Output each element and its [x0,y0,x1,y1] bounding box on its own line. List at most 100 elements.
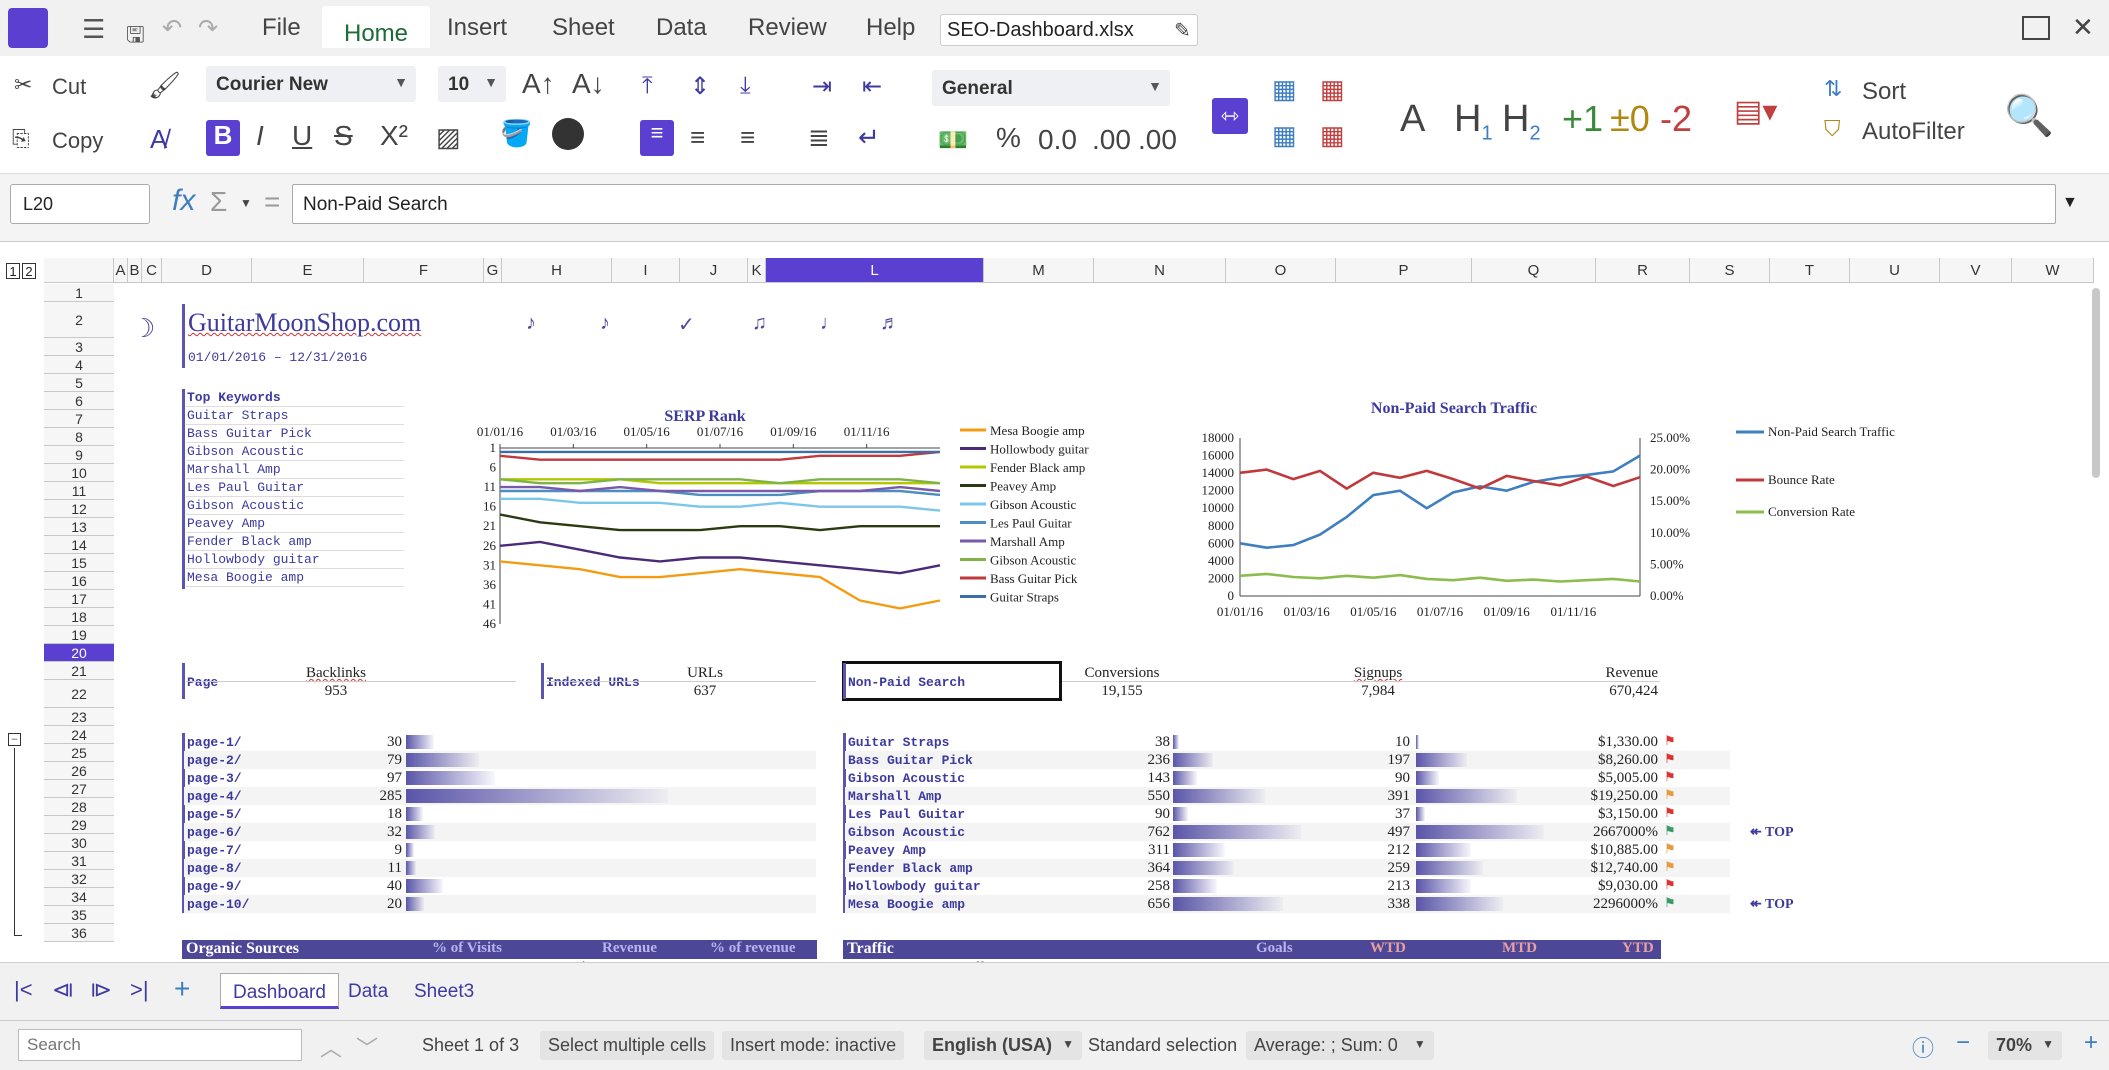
page-name[interactable]: page-9/ [187,879,242,894]
row-header-13[interactable]: 13 [44,518,114,536]
page-name[interactable]: page-4/ [187,789,242,804]
column-header-t[interactable]: T [1770,258,1850,283]
row-header-29[interactable]: 29 [44,816,114,834]
style-default-button[interactable]: A [1400,98,1425,141]
selection-mode-status[interactable]: Select multiple cells [540,1031,715,1060]
keyword-name[interactable]: Marshall Amp [848,789,942,804]
keyword-name[interactable]: Fender Black amp [848,861,973,876]
column-header-u[interactable]: U [1850,258,1940,283]
delete-columns-icon[interactable]: ▦ [1320,120,1345,151]
keyword-item[interactable]: Bass Guitar Pick [187,426,312,441]
select-all-corner[interactable] [44,258,114,283]
column-header-i[interactable]: I [612,258,680,283]
column-header-v[interactable]: V [1940,258,2012,283]
column-header-a[interactable]: A [114,258,128,283]
outline-level-1-button[interactable]: 1 [6,263,20,279]
row-header-10[interactable]: 10 [44,464,114,482]
keyword-item[interactable]: Fender Black amp [187,534,312,549]
non-paid-search-label[interactable]: Non-Paid Search [848,675,965,690]
clear-format-icon[interactable]: A̸ [150,124,167,155]
keyword-item[interactable]: Gibson Acoustic [187,498,304,513]
column-header-c[interactable]: C [142,258,162,283]
row-header-6[interactable]: 6 [44,392,114,410]
hamburger-menu-icon[interactable]: ☰ [82,14,105,45]
style-heading2-button[interactable]: H2 [1502,98,1541,146]
column-header-l[interactable]: L [766,258,984,283]
conditional-format-icon[interactable]: ▤▾ [1734,94,1777,129]
currency-format-icon[interactable]: 💵 [938,126,968,155]
add-decimal-button[interactable]: .00 [1092,124,1131,156]
column-header-g[interactable]: G [484,258,502,283]
align-middle-icon[interactable]: ⇕ [690,72,710,101]
page-name[interactable]: page-8/ [187,861,242,876]
italic-button[interactable]: I [256,120,264,152]
row-header-14[interactable]: 14 [44,536,114,554]
sort-icon[interactable]: ⇅ [1824,76,1842,102]
column-header-q[interactable]: Q [1472,258,1596,283]
sidebar-toggle-icon[interactable] [2022,16,2050,40]
row-header-19[interactable]: 19 [44,626,114,644]
keyword-name[interactable]: Peavey Amp [848,843,926,858]
prev-sheet-icon[interactable]: ⧏ [52,977,74,1003]
tab-data[interactable]: Data [336,973,400,1009]
redo-icon[interactable]: ↷ [198,14,218,43]
function-wizard-icon[interactable]: fx [172,184,195,218]
row-header-36[interactable]: 36 [44,924,114,942]
save-icon[interactable]: 🖫 [126,18,145,56]
page-name[interactable]: page-2/ [187,753,242,768]
row-header-8[interactable]: 8 [44,428,114,446]
close-icon[interactable]: ✕ [2072,12,2094,43]
language-select[interactable]: English (USA) ▼ [924,1031,1082,1060]
justify-icon[interactable]: ≣ [808,122,830,153]
keyword-name[interactable]: Gibson Acoustic [848,771,965,786]
menu-data[interactable]: Data [656,14,707,42]
keyword-name[interactable]: Les Paul Guitar [848,807,965,822]
edit-pencil-icon[interactable]: ✎ [1174,18,1191,43]
keyword-name[interactable]: Bass Guitar Pick [848,753,973,768]
insert-columns-icon[interactable]: ▦ [1272,120,1297,151]
page-name[interactable]: page-10/ [187,897,249,912]
superscript-button[interactable]: X² [380,120,408,152]
percent-button[interactable]: % [996,122,1021,154]
spreadsheet-grid[interactable]: 1 2 ABCDEFGHIJKLMNOPQRSTUVW 1 2 3 4 5 6 7 8 9 10 1… [0,258,2109,962]
column-header-p[interactable]: P [1336,258,1472,283]
sort-button[interactable]: Sort [1862,78,1906,106]
increase-font-icon[interactable]: A↑ [522,68,555,100]
menu-insert[interactable]: Insert [447,14,507,42]
align-top-icon[interactable]: ⤒ [642,72,653,100]
expand-formula-icon[interactable]: ▼ [2062,194,2078,212]
next-sheet-icon[interactable]: ⧐ [90,977,112,1003]
row-header-34[interactable]: 34 [44,888,114,906]
cut-icon[interactable]: ✂ [14,72,32,98]
row-header-31[interactable]: 31 [44,852,114,870]
first-sheet-icon[interactable]: |< [14,977,33,1003]
background-color-icon[interactable]: 🪣 [500,118,532,149]
keyword-item[interactable]: Marshall Amp [187,462,281,477]
row-header-4[interactable]: 4 [44,356,114,374]
row-header-1[interactable]: 1 [44,284,114,302]
column-header-h[interactable]: H [502,258,612,283]
column-header-b[interactable]: B [128,258,142,283]
last-sheet-icon[interactable]: >| [130,977,149,1003]
merge-cells-button[interactable]: ⇿ [1212,98,1248,134]
row-header-23[interactable]: 23 [44,708,114,726]
cut-button[interactable]: Cut [52,74,86,100]
column-header-r[interactable]: R [1596,258,1690,283]
decrease-font-icon[interactable]: A↓ [572,68,605,100]
style-good-button[interactable]: +1 [1562,98,1603,140]
formula-equals-icon[interactable]: = [264,186,280,218]
row-header-27[interactable]: 27 [44,780,114,798]
page-name[interactable]: page-1/ [187,735,242,750]
keyword-item[interactable]: Les Paul Guitar [187,480,304,495]
search-down-icon[interactable]: ﹀ [356,1031,378,1063]
align-right-icon[interactable]: ≡ [740,122,755,153]
zoom-select[interactable]: 70% ▼ [1988,1031,2063,1060]
row-header-35[interactable]: 35 [44,906,114,924]
row-header-3[interactable]: 3 [44,338,114,356]
font-color-icon[interactable] [552,118,584,150]
undo-icon[interactable]: ↶ [162,14,182,43]
column-header-m[interactable]: M [984,258,1094,283]
row-header-28[interactable]: 28 [44,798,114,816]
style-bad-button[interactable]: -2 [1660,98,1692,140]
row-header-17[interactable]: 17 [44,590,114,608]
